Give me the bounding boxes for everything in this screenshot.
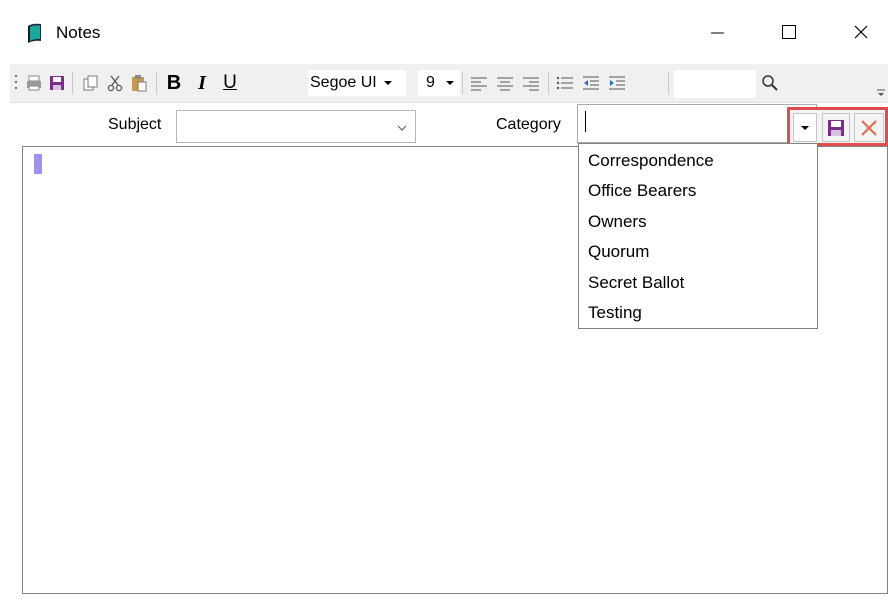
decrease-indent-icon bbox=[583, 76, 599, 90]
maximize-button[interactable] bbox=[766, 14, 812, 50]
cut-icon bbox=[107, 75, 123, 92]
subject-label: Subject bbox=[108, 116, 162, 133]
list-item[interactable]: Correspondence bbox=[588, 151, 714, 171]
chevron-down-icon bbox=[397, 125, 407, 131]
text-caret bbox=[585, 111, 586, 132]
bold-button[interactable]: B bbox=[162, 70, 186, 96]
close-icon bbox=[861, 119, 877, 136]
toolbar-separator bbox=[462, 72, 463, 94]
list-item[interactable]: Secret Ballot bbox=[588, 273, 684, 293]
category-label: Category bbox=[496, 116, 561, 133]
paste-icon bbox=[132, 75, 147, 92]
chevron-down-icon bbox=[383, 81, 392, 85]
toolbar-separator bbox=[668, 72, 669, 94]
search-button[interactable] bbox=[758, 70, 782, 96]
align-center-button[interactable] bbox=[494, 70, 516, 96]
maximize-icon bbox=[782, 25, 796, 39]
font-name-value: Segoe UI bbox=[310, 74, 377, 91]
close-icon bbox=[854, 25, 868, 39]
save-icon bbox=[828, 119, 844, 136]
cut-button[interactable] bbox=[104, 70, 126, 96]
toolbar-overflow-icon[interactable] bbox=[876, 88, 886, 98]
copy-icon bbox=[83, 75, 98, 91]
font-name-select[interactable]: Segoe UI bbox=[308, 70, 406, 96]
category-combobox[interactable] bbox=[577, 104, 817, 143]
increase-indent-button[interactable] bbox=[606, 70, 628, 96]
toolbar-grip-icon[interactable] bbox=[14, 73, 18, 93]
list-item[interactable]: Quorum bbox=[588, 242, 649, 262]
print-button[interactable] bbox=[23, 70, 45, 96]
formatting-toolbar: B I U Segoe UI 9 bbox=[10, 64, 888, 103]
category-dropdown-button[interactable] bbox=[793, 113, 817, 142]
font-size-value: 9 bbox=[426, 74, 435, 91]
print-icon bbox=[27, 75, 41, 91]
close-button[interactable] bbox=[838, 14, 884, 50]
category-dropdown-list: Correspondence Office Bearers Owners Quo… bbox=[578, 143, 818, 329]
bullet-list-button[interactable] bbox=[554, 70, 576, 96]
align-left-button[interactable] bbox=[468, 70, 490, 96]
editor-cursor bbox=[34, 154, 42, 174]
chevron-down-icon bbox=[445, 81, 454, 85]
toolbar-separator bbox=[156, 72, 157, 94]
notes-app-icon bbox=[28, 23, 41, 43]
highlighted-action-group bbox=[787, 107, 888, 146]
save-button[interactable] bbox=[46, 70, 68, 96]
font-size-select[interactable]: 9 bbox=[418, 70, 460, 96]
save-category-button[interactable] bbox=[822, 113, 850, 142]
list-item[interactable]: Office Bearers bbox=[588, 181, 696, 201]
copy-button[interactable] bbox=[80, 70, 102, 96]
save-icon bbox=[50, 76, 64, 90]
toolbar-separator bbox=[72, 72, 73, 94]
list-item[interactable]: Testing bbox=[588, 303, 642, 323]
minimize-icon bbox=[711, 32, 724, 34]
window-title: Notes bbox=[56, 23, 101, 42]
search-input[interactable] bbox=[674, 70, 756, 98]
subject-combobox[interactable] bbox=[176, 110, 416, 143]
minimize-button[interactable] bbox=[694, 14, 740, 50]
align-left-icon bbox=[471, 77, 487, 91]
list-item[interactable]: Owners bbox=[588, 212, 647, 232]
chevron-down-icon bbox=[801, 125, 809, 130]
align-right-button[interactable] bbox=[520, 70, 542, 96]
search-icon bbox=[762, 75, 778, 91]
italic-button[interactable]: I bbox=[190, 70, 214, 96]
align-right-icon bbox=[523, 77, 539, 91]
paste-button[interactable] bbox=[128, 70, 150, 96]
cancel-category-button[interactable] bbox=[854, 113, 884, 142]
align-center-icon bbox=[497, 77, 513, 91]
decrease-indent-button[interactable] bbox=[580, 70, 602, 96]
bullet-list-icon bbox=[556, 76, 573, 90]
toolbar-separator bbox=[548, 72, 549, 94]
underline-button[interactable]: U bbox=[218, 70, 242, 96]
title-bar: Notes bbox=[0, 0, 888, 64]
increase-indent-icon bbox=[609, 76, 625, 90]
